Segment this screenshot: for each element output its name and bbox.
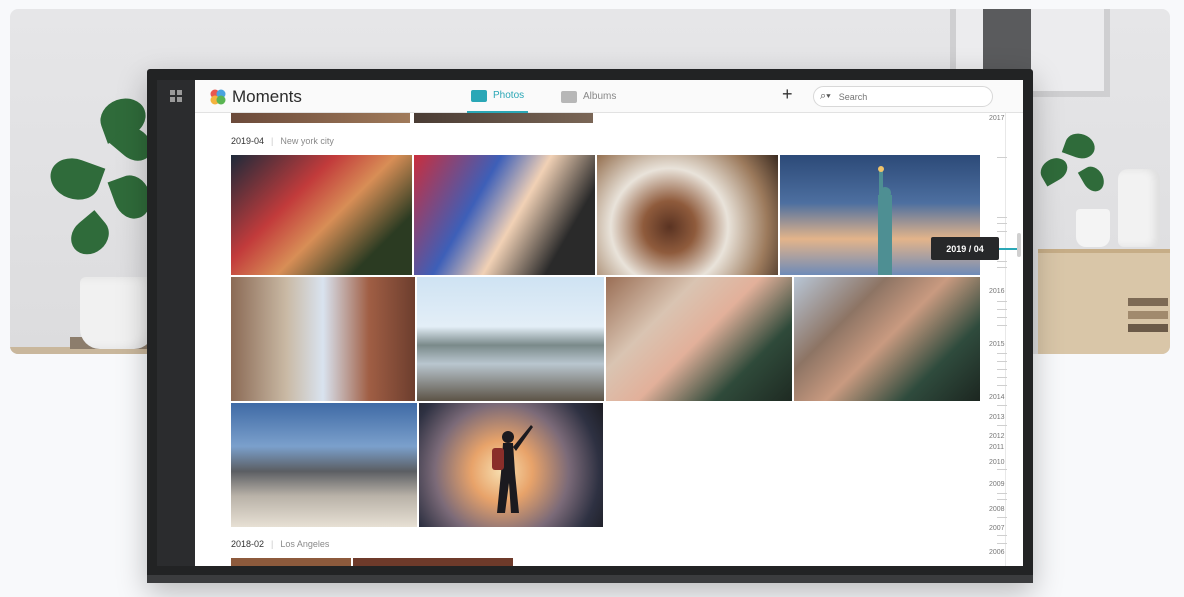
timeline-scrubber[interactable]: 2017 2016 2015 2014 2013 2012 2011 2010 … bbox=[985, 113, 1023, 566]
plant-pot-right bbox=[1076, 209, 1110, 247]
plant-leaf bbox=[63, 210, 117, 262]
plus-icon[interactable]: + bbox=[782, 84, 793, 105]
timeline-year[interactable]: 2013 bbox=[989, 414, 1005, 421]
photo-thumbnail[interactable] bbox=[231, 277, 415, 401]
photo-thumbnail[interactable] bbox=[414, 155, 595, 275]
app-title: Moments bbox=[232, 87, 302, 106]
section-location: Los Angeles bbox=[280, 539, 330, 549]
photo-thumbnail[interactable] bbox=[794, 277, 980, 401]
monitor: Moments Photos Albums + ⌕▾ Search 2019-0… bbox=[147, 69, 1033, 583]
timeline-year[interactable]: 2007 bbox=[989, 525, 1005, 532]
image-icon bbox=[471, 89, 487, 102]
plant-leaf bbox=[1061, 129, 1099, 163]
timeline-year[interactable]: 2008 bbox=[989, 506, 1005, 513]
plant-leaf bbox=[1077, 162, 1109, 196]
photo-feed: 2019-04 | New york city 2018-02 | Los An… bbox=[195, 113, 985, 566]
timeline-year[interactable]: 2014 bbox=[989, 394, 1005, 401]
timeline-year[interactable]: 2012 bbox=[989, 433, 1005, 440]
scrollbar-thumb[interactable] bbox=[1017, 233, 1021, 257]
timeline-year[interactable]: 2011 bbox=[989, 444, 1004, 451]
plant-leaf bbox=[1036, 153, 1072, 187]
photo-thumbnail[interactable] bbox=[417, 277, 604, 401]
section-location: New york city bbox=[280, 136, 334, 146]
photo-thumbnail[interactable] bbox=[231, 403, 417, 527]
search-box[interactable]: ⌕▾ bbox=[813, 86, 993, 107]
moments-logo-icon bbox=[210, 89, 226, 105]
search-icon: ⌕▾ bbox=[820, 90, 831, 102]
section-header: 2018-02 | Los Angeles bbox=[231, 539, 330, 549]
vase bbox=[1118, 169, 1160, 247]
section-header: 2019-04 | New york city bbox=[231, 136, 334, 146]
timeline-year[interactable]: 2010 bbox=[989, 459, 1005, 466]
monitor-base bbox=[147, 575, 1033, 583]
app-window: Moments Photos Albums + ⌕▾ Search 2019-0… bbox=[157, 80, 1023, 566]
plant-leaf bbox=[44, 151, 106, 207]
shelf bbox=[1038, 249, 1170, 354]
hiker-silhouette-icon bbox=[492, 425, 533, 513]
photo-thumbnail[interactable] bbox=[414, 113, 593, 123]
app-header: Moments Photos Albums + ⌕▾ bbox=[195, 80, 1023, 113]
photo-thumbnail[interactable] bbox=[353, 558, 513, 566]
photo-thumbnail[interactable] bbox=[231, 155, 412, 275]
tab-photos-label: Photos bbox=[493, 90, 525, 101]
photo-thumbnail[interactable] bbox=[606, 277, 792, 401]
left-rail bbox=[157, 80, 195, 566]
timeline-year[interactable]: 2015 bbox=[989, 341, 1005, 348]
search-input[interactable] bbox=[838, 91, 979, 102]
photo-thumbnail[interactable] bbox=[231, 113, 410, 123]
album-icon bbox=[561, 90, 577, 103]
section-date: 2018-02 bbox=[231, 539, 265, 549]
timeline-date-badge: 2019 / 04 bbox=[931, 237, 999, 260]
timeline-year[interactable]: 2017 bbox=[989, 115, 1005, 122]
section-date: 2019-04 bbox=[231, 136, 265, 146]
timeline-year[interactable]: 2006 bbox=[989, 549, 1005, 556]
timeline-year[interactable]: 2009 bbox=[989, 481, 1005, 488]
tab-photos[interactable]: Photos bbox=[467, 80, 529, 113]
photo-thumbnail[interactable] bbox=[231, 558, 351, 566]
photo-thumbnail[interactable] bbox=[597, 155, 778, 275]
timeline-year[interactable]: 2016 bbox=[989, 288, 1005, 295]
scene: Moments Photos Albums + ⌕▾ Search 2019-0… bbox=[0, 0, 1184, 597]
plant-pot-left bbox=[80, 277, 154, 349]
tab-albums[interactable]: Albums bbox=[561, 80, 616, 113]
photo-thumbnail[interactable] bbox=[419, 403, 603, 527]
grid-icon[interactable] bbox=[169, 90, 183, 104]
tab-albums-label: Albums bbox=[583, 91, 617, 102]
